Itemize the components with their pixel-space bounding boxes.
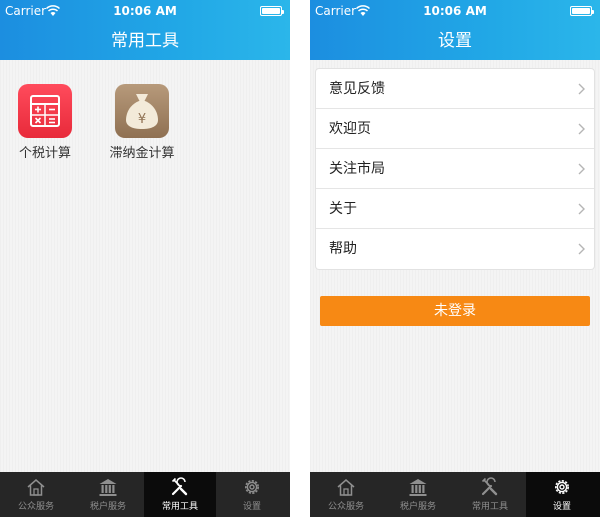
nav-header: Carrier 10:06 AM 常用工具	[0, 0, 290, 60]
yen-symbol: ¥	[138, 112, 146, 127]
tab-public-service[interactable]: 公众服务	[310, 472, 382, 517]
menu-item-label: 帮助	[329, 241, 357, 257]
tools-grid: 个税计算 ¥ 滞纳金计算	[0, 60, 290, 472]
menu-item-about[interactable]: 关于	[316, 189, 594, 229]
home-icon	[27, 479, 45, 496]
tools-screen: Carrier 10:06 AM 常用工具 个税计算 ¥ 滞纳金计算 公众服务 …	[0, 0, 290, 517]
nav-header: Carrier 10:06 AM 设置	[310, 0, 600, 60]
status-time: 10:06 AM	[113, 4, 177, 18]
tool-label-late-fee: 滞纳金计算	[109, 146, 175, 161]
chevron-right-icon	[578, 203, 585, 215]
page-title: 设置	[438, 31, 472, 51]
chevron-right-icon	[578, 123, 585, 135]
tab-settings[interactable]: 设置	[526, 472, 600, 517]
tools-icon	[481, 477, 498, 496]
tab-common-tools[interactable]: 常用工具	[454, 472, 526, 517]
status-time: 10:06 AM	[423, 4, 487, 18]
tab-taxpayer-service[interactable]: 税户服务	[72, 472, 144, 517]
battery-icon	[260, 6, 284, 16]
page-title: 常用工具	[111, 31, 179, 51]
chevron-right-icon	[578, 83, 585, 95]
tab-label: 税户服务	[399, 502, 436, 512]
tab-label: 公众服务	[327, 502, 364, 512]
status-bar: Carrier 10:06 AM	[310, 0, 600, 22]
tab-label: 常用工具	[161, 502, 198, 512]
tools-icon	[171, 477, 188, 496]
menu-item-feedback[interactable]: 意见反馈	[316, 69, 594, 109]
menu-item-help[interactable]: 帮助	[316, 229, 594, 269]
tab-label: 常用工具	[471, 502, 508, 512]
tab-public-service[interactable]: 公众服务	[0, 472, 72, 517]
calculator-icon	[18, 84, 72, 138]
battery-icon	[570, 6, 594, 16]
tab-label: 税户服务	[89, 502, 126, 512]
tool-label-income-tax: 个税计算	[18, 146, 71, 161]
menu-item-label: 欢迎页	[329, 121, 371, 137]
tab-bar: 公众服务 税户服务 常用工具 设置	[0, 472, 290, 517]
tab-label: 设置	[242, 502, 261, 512]
menu-item-label: 关注市局	[329, 161, 385, 177]
chevron-right-icon	[578, 243, 585, 255]
tab-bar: 公众服务 税户服务 常用工具 设置	[310, 472, 600, 517]
screenshot-stage: Carrier 10:06 AM 常用工具 个税计算 ¥ 滞纳金计算 公众服务 …	[0, 0, 600, 517]
menu-item-follow[interactable]: 关注市局	[316, 149, 594, 189]
gear-icon	[245, 480, 259, 494]
tab-common-tools[interactable]: 常用工具	[144, 472, 216, 517]
tab-taxpayer-service[interactable]: 税户服务	[382, 472, 454, 517]
chevron-right-icon	[578, 163, 585, 175]
login-button[interactable]: 未登录	[320, 296, 590, 326]
menu-item-label: 关于	[329, 201, 357, 217]
gear-icon	[555, 480, 569, 494]
status-bar: Carrier 10:06 AM	[0, 0, 290, 22]
money-bag-icon: ¥	[115, 84, 169, 138]
home-icon	[337, 479, 355, 496]
bank-icon	[409, 479, 427, 496]
menu-item-welcome[interactable]: 欢迎页	[316, 109, 594, 149]
tab-label: 公众服务	[17, 502, 54, 512]
bank-icon	[99, 479, 117, 496]
settings-menu: 意见反馈 欢迎页 关注市局 关于 帮助	[316, 69, 594, 269]
menu-item-label: 意见反馈	[329, 81, 385, 97]
settings-screen: Carrier 10:06 AM 设置 意见反馈 欢迎页 关注市局 关于 帮助 …	[310, 0, 600, 517]
tab-label: 设置	[552, 502, 571, 512]
tab-settings[interactable]: 设置	[216, 472, 290, 517]
